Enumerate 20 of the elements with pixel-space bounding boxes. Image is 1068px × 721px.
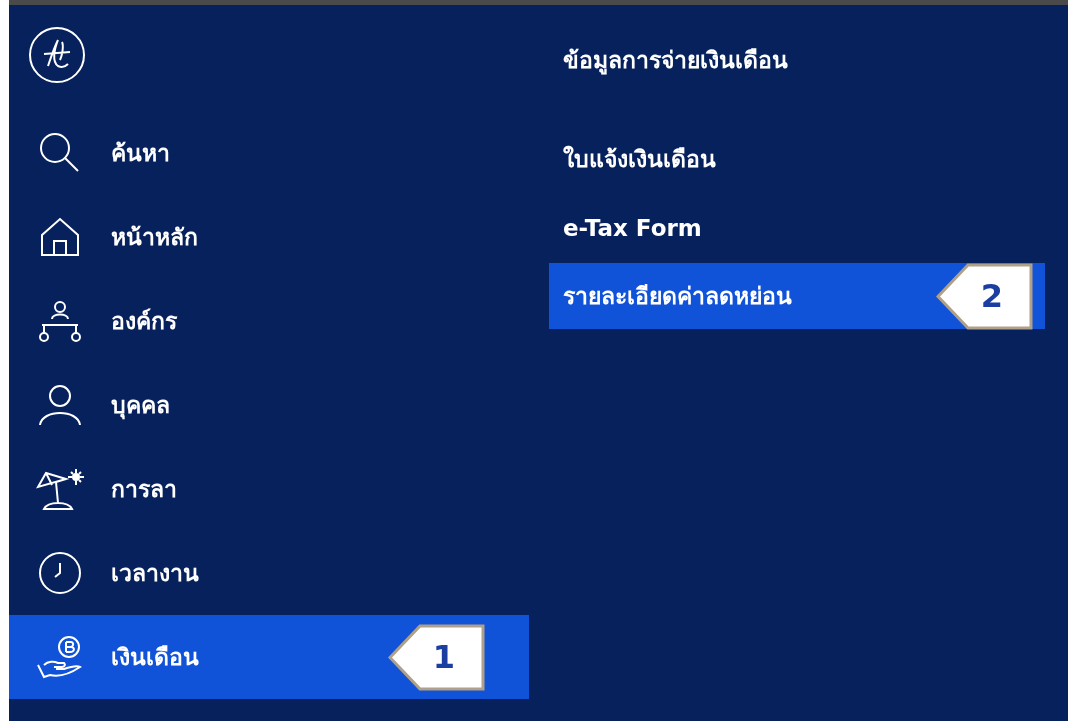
- sidebar-item[interactable]: เวลางาน: [9, 531, 529, 615]
- callout-tag: 2: [936, 262, 1033, 330]
- clock-icon: [38, 551, 82, 595]
- submenu-heading: ข้อมูลการจ่ายเงินเดือน: [562, 45, 789, 77]
- submenu-item[interactable]: e-Tax Form: [549, 194, 1045, 263]
- callout-tag: 1: [388, 623, 485, 691]
- beach-umbrella-icon: [36, 467, 84, 511]
- hand-coin-icon: [36, 635, 84, 679]
- submenu-item[interactable]: ใบแจ้งเงินเดือน: [549, 125, 1045, 194]
- submenu-item[interactable]: รายละเอียดค่าลดหย่อน 2: [549, 263, 1045, 329]
- person-icon: [38, 383, 82, 427]
- sidebar-item[interactable]: องค์กร: [9, 279, 529, 363]
- sidebar-item[interactable]: บุคคล: [9, 363, 529, 447]
- sidebar-item[interactable]: ค้นหา: [9, 111, 529, 195]
- sidebar-item[interactable]: เงินเดือน 1: [9, 615, 529, 699]
- logo-icon: [28, 26, 86, 84]
- house-icon: [38, 215, 82, 259]
- sidebar-item[interactable]: หน้าหลัก: [9, 195, 529, 279]
- sidebar-item[interactable]: การลา: [9, 447, 529, 531]
- org-chart-icon: [38, 299, 82, 343]
